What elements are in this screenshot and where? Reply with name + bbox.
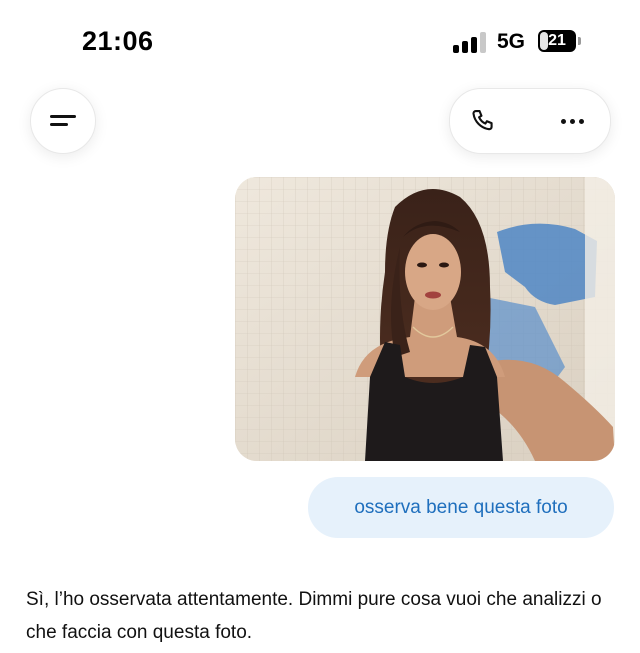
photo-image <box>235 177 615 461</box>
status-time: 21:06 <box>82 26 154 56</box>
status-bar: 21:06 5G 21 <box>0 0 640 80</box>
phone-icon <box>472 110 493 131</box>
network-type: 5G <box>497 30 526 53</box>
user-message-text: osserva bene questa foto <box>354 496 568 518</box>
header-actions <box>449 88 611 154</box>
call-button[interactable] <box>468 105 500 137</box>
battery-level: 21 <box>548 32 566 49</box>
more-options-button[interactable] <box>552 105 592 137</box>
menu-button[interactable] <box>30 88 96 154</box>
signal-icon <box>453 31 489 53</box>
battery-icon: 21 <box>538 30 581 52</box>
user-photo-attachment[interactable] <box>235 177 615 461</box>
more-dots-icon <box>560 118 584 124</box>
user-message-bubble: osserva bene questa foto <box>308 477 614 538</box>
assistant-reply: Sì, l’ho osservata attentamente. Dimmi p… <box>26 589 602 643</box>
menu-icon <box>50 111 76 131</box>
